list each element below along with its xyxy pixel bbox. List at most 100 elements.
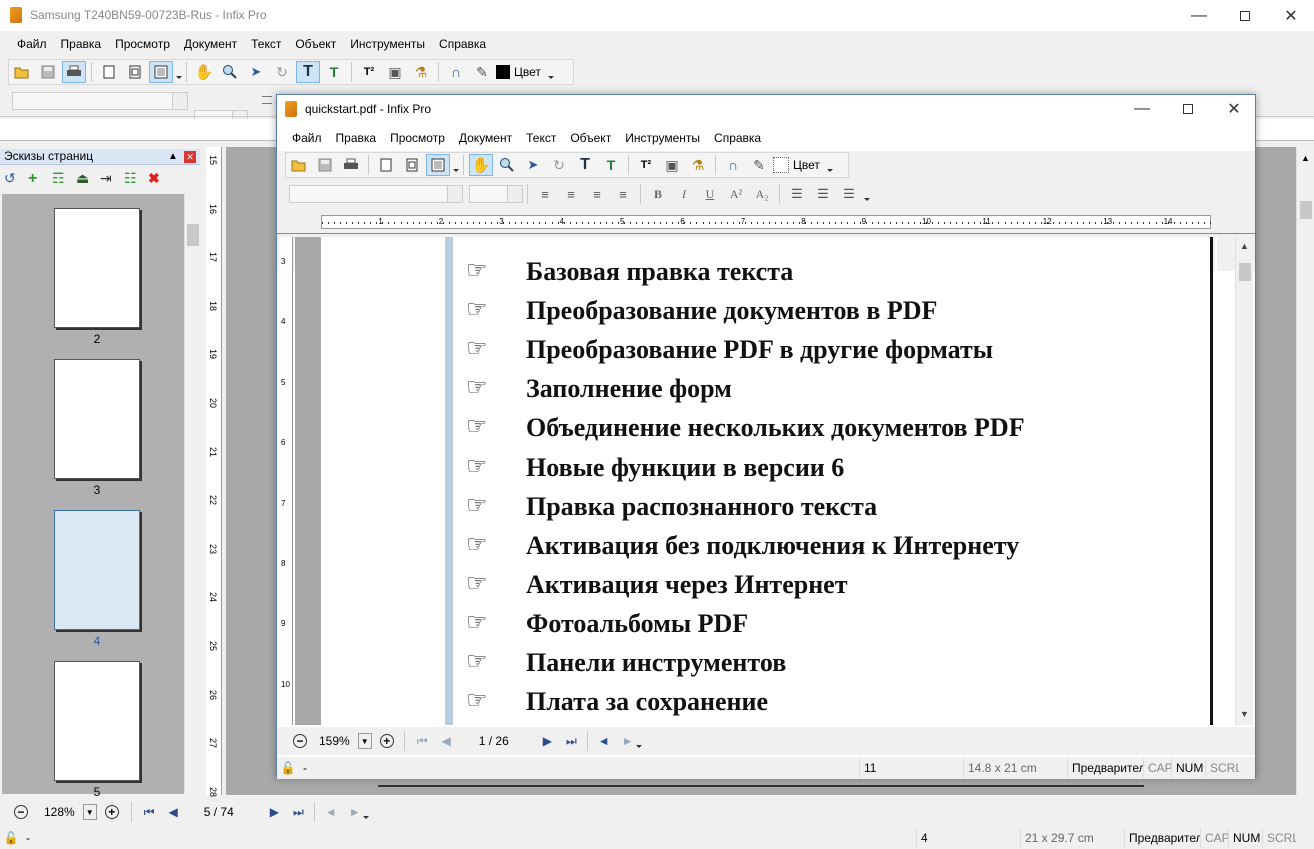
zoom-dropdown[interactable]: ▼	[357, 733, 372, 749]
next-page-icon[interactable]: ▶	[543, 734, 552, 748]
open-button[interactable]	[287, 154, 311, 176]
font-name-select[interactable]	[289, 185, 463, 203]
last-page-icon[interactable]: ⏭	[566, 734, 577, 749]
align-justify-button[interactable]: ≡	[611, 183, 635, 205]
select-tool-button[interactable]: ➤	[244, 61, 268, 83]
crop-button[interactable]: ▣	[660, 154, 684, 176]
save-button[interactable]	[313, 154, 337, 176]
zoom-value[interactable]: 128%	[44, 805, 75, 819]
text-tool-button[interactable]: T	[573, 154, 597, 176]
page-counter[interactable]: 1 / 26	[479, 734, 539, 748]
chevron-down-icon[interactable]	[826, 168, 833, 172]
print-button[interactable]	[339, 154, 363, 176]
align-left-icon[interactable]	[262, 96, 272, 104]
zoom-out-icon[interactable]: −	[14, 805, 28, 819]
back-view-icon[interactable]: ◄	[325, 805, 337, 819]
chevron-down-icon[interactable]	[635, 744, 642, 748]
menu-view[interactable]: Просмотр	[383, 131, 452, 145]
menu-edit[interactable]: Правка	[329, 131, 384, 145]
superscript-button[interactable]: A²	[724, 183, 748, 205]
thumbnails-scrollbar[interactable]	[184, 194, 200, 794]
color-button[interactable]: Цвет	[496, 61, 545, 83]
chevron-down-icon[interactable]	[176, 75, 182, 79]
chevron-down-icon[interactable]	[362, 815, 369, 819]
previous-page-icon[interactable]: ◀	[442, 734, 451, 748]
zoom-in-icon[interactable]: +	[104, 805, 119, 819]
outer-document-scrollbar[interactable]: ▲	[1296, 147, 1314, 795]
align-right-button[interactable]: ≡	[585, 183, 609, 205]
italic-button[interactable]: I	[672, 183, 696, 205]
close-button[interactable]: ✕	[1268, 0, 1314, 31]
forward-view-icon[interactable]: ►	[349, 805, 361, 819]
move-page-icon[interactable]: ⇥	[100, 170, 118, 188]
panel-close-icon[interactable]: ✕	[184, 151, 196, 163]
save-button[interactable]	[36, 61, 60, 83]
next-page-icon[interactable]: ▶	[270, 805, 279, 819]
page-single-button[interactable]	[97, 61, 121, 83]
last-page-icon[interactable]: ⏭	[293, 805, 304, 820]
thumbnail-page[interactable]	[54, 661, 140, 781]
stamp-button[interactable]: ⚗	[409, 61, 433, 83]
menu-text[interactable]: Текст	[519, 131, 563, 145]
page-counter[interactable]: 5 / 74	[204, 805, 254, 819]
paragraph-spacing-button[interactable]: ☰	[811, 183, 835, 205]
menu-document[interactable]: Документ	[177, 37, 244, 51]
zoom-value[interactable]: 159%	[319, 734, 350, 748]
align-left-button[interactable]: ≡	[533, 183, 557, 205]
zoom-dropdown[interactable]: ▼	[82, 804, 97, 820]
zoom-tool-button[interactable]	[495, 154, 519, 176]
menu-tools[interactable]: Инструменты	[343, 37, 432, 51]
zoom-in-icon[interactable]: +	[379, 734, 394, 748]
font-size-select[interactable]	[469, 185, 523, 203]
line-spacing-button[interactable]: ☰	[785, 183, 809, 205]
chevron-down-icon[interactable]	[864, 197, 870, 201]
page-single-button[interactable]	[374, 154, 398, 176]
inner-minimize-button[interactable]: —	[1119, 95, 1165, 123]
thumbnail-page-selected[interactable]	[54, 510, 140, 630]
scroll-thumb[interactable]	[187, 224, 199, 246]
menu-help[interactable]: Справка	[432, 37, 493, 51]
select-tool-button[interactable]: ➤	[521, 154, 545, 176]
eyedropper-button[interactable]: ✎	[747, 154, 771, 176]
text-frame-button[interactable]: T	[599, 154, 623, 176]
add-page-icon[interactable]: +	[28, 170, 46, 188]
delete-pages-icon[interactable]: ☷	[124, 170, 142, 188]
eyedropper-button[interactable]: ✎	[470, 61, 494, 83]
menu-document[interactable]: Документ	[452, 131, 519, 145]
minimize-button[interactable]: —	[1176, 0, 1222, 31]
inner-maximize-button[interactable]	[1165, 95, 1211, 123]
previous-page-icon[interactable]: ◀	[169, 805, 178, 819]
chevron-down-icon[interactable]	[453, 168, 459, 172]
menu-object[interactable]: Объект	[563, 131, 618, 145]
open-button[interactable]	[10, 61, 34, 83]
subscript-button[interactable]: A₂	[750, 183, 774, 205]
thumbnail-page[interactable]	[54, 208, 140, 328]
page-fit-button[interactable]	[400, 154, 424, 176]
back-view-icon[interactable]: ◄	[598, 734, 610, 748]
scroll-thumb[interactable]	[1239, 263, 1251, 281]
rotate-page-icon[interactable]: ↺	[4, 170, 22, 188]
stamp-button[interactable]: ⚗	[686, 154, 710, 176]
delete-page-icon[interactable]: ✖	[148, 170, 166, 188]
page-width-button[interactable]	[426, 154, 450, 176]
menu-view[interactable]: Просмотр	[108, 37, 177, 51]
inner-document-scrollbar[interactable]: ▲ ▼	[1235, 237, 1253, 725]
color-button[interactable]: Цвет	[773, 154, 824, 176]
crop-button[interactable]: ▣	[383, 61, 407, 83]
pin-icon[interactable]: ▲	[168, 149, 178, 164]
page-width-button[interactable]	[149, 61, 173, 83]
zoom-out-icon[interactable]: −	[293, 734, 307, 748]
font-name-select[interactable]	[12, 92, 188, 110]
maximize-button[interactable]	[1222, 0, 1268, 31]
menu-file[interactable]: Файл	[285, 131, 329, 145]
bold-button[interactable]: B	[646, 183, 670, 205]
indent-button[interactable]: ☰	[837, 183, 861, 205]
hand-tool-button[interactable]: ✋	[192, 61, 216, 83]
menu-text[interactable]: Текст	[244, 37, 288, 51]
extract-page-icon[interactable]: ⏏	[76, 170, 94, 188]
menu-object[interactable]: Объект	[288, 37, 343, 51]
zoom-tool-button[interactable]	[218, 61, 242, 83]
insert-page-icon[interactable]: ☶	[52, 170, 70, 188]
menu-tools[interactable]: Инструменты	[618, 131, 707, 145]
rotate-button[interactable]: ↻	[270, 61, 294, 83]
